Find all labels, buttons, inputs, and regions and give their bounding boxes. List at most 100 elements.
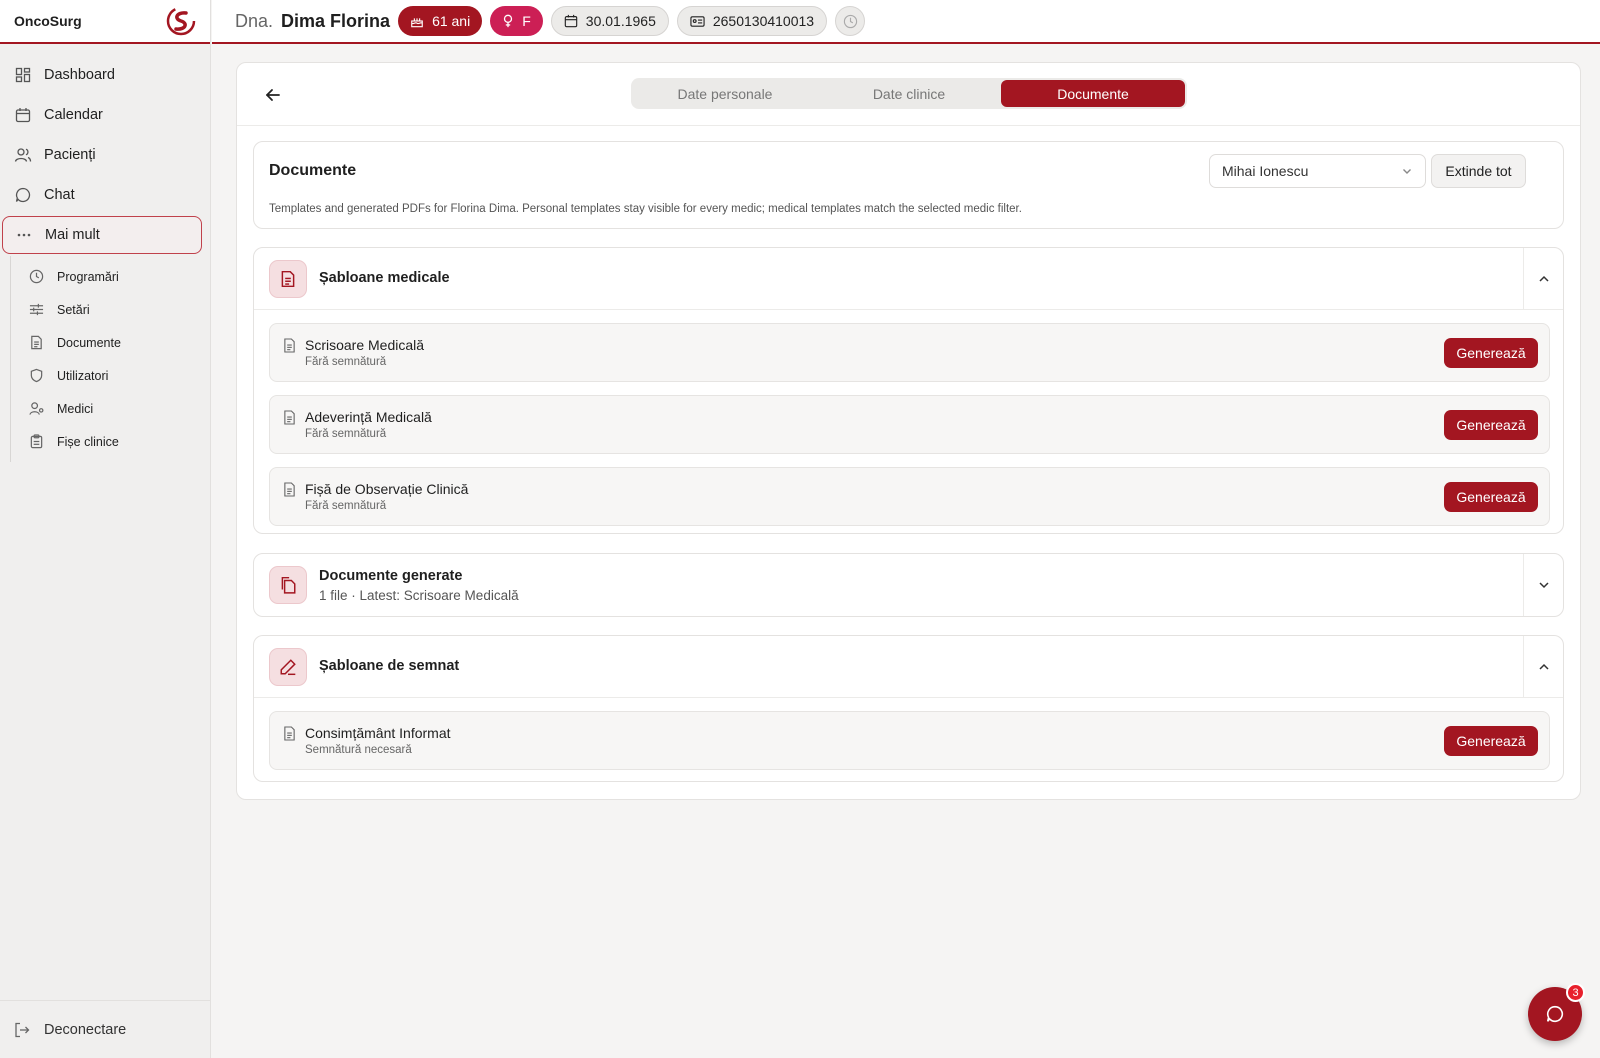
collapse-toggle[interactable] — [1523, 636, 1563, 698]
shield-icon — [29, 368, 45, 384]
sidebar-item-label: Pacienți — [44, 147, 96, 163]
patient-name: Dima Florina — [281, 10, 391, 31]
expand-all-button[interactable]: Extinde tot — [1431, 154, 1526, 188]
generate-button[interactable]: Generează — [1444, 726, 1538, 756]
sidebar-item-fise-clinice[interactable]: Fișe clinice — [11, 425, 210, 458]
patient-title-prefix: Dna. — [235, 10, 274, 31]
sidebar-item-label: Medici — [57, 401, 94, 416]
card-header: Date personale Date clinice Documente — [237, 63, 1580, 126]
template-name: Consimțământ Informat — [305, 725, 451, 741]
template-name: Adeverință Medicală — [305, 409, 432, 425]
sidebar-item-medici[interactable]: Medici — [11, 392, 210, 425]
template-row: Scrisoare Medicală Fără semnătură Genere… — [269, 323, 1550, 382]
signing-templates-header[interactable]: Șabloane de semnat — [254, 636, 1563, 698]
chevron-down-icon — [1537, 578, 1551, 592]
medic-filter-select[interactable]: Mihai Ionescu — [1209, 154, 1426, 188]
patient-header: Dna. Dima Florina 61 ani F 30.01.1965 26… — [212, 0, 1600, 44]
file-icon — [283, 726, 296, 741]
tab-date-clinice[interactable]: Date clinice — [817, 80, 1001, 107]
signing-templates-section: Șabloane de semnat Consimțământ Informat… — [253, 635, 1564, 782]
brand-header: OncoSurg — [0, 0, 210, 44]
chevron-down-icon — [1401, 165, 1413, 177]
sidebar-item-label: Chat — [44, 187, 75, 203]
dashboard-icon — [14, 66, 32, 84]
notification-badge: 3 — [1566, 983, 1585, 1002]
main-nav: Dashboard Calendar Pacienți Chat Mai mul… — [0, 44, 210, 462]
generated-documents-section: Documente generate 1 file · Latest: Scri… — [253, 553, 1564, 617]
sidebar-item-label: Programări — [57, 269, 119, 284]
sidebar-item-label: Setări — [57, 302, 90, 317]
medic-filter-value: Mihai Ionescu — [1222, 163, 1309, 179]
cake-icon — [410, 14, 424, 28]
section-title: Șabloane medicale — [319, 270, 450, 286]
sex-value: F — [522, 13, 531, 29]
cnp-value: 2650130410013 — [712, 13, 815, 29]
sex-badge: F — [490, 6, 543, 36]
sliders-icon — [29, 302, 45, 318]
template-signature-status: Fără semnătură — [305, 356, 387, 368]
sidebar-item-dashboard[interactable]: Dashboard — [2, 56, 202, 94]
birth-date-badge: 30.01.1965 — [550, 6, 669, 36]
app-name: OncoSurg — [14, 13, 82, 29]
sidebar-item-utilizatori[interactable]: Utilizatori — [11, 359, 210, 392]
logout-label: Deconectare — [44, 1021, 127, 1038]
tab-documente[interactable]: Documente — [1001, 80, 1185, 107]
users-icon — [14, 146, 32, 164]
clipboard-icon — [29, 434, 45, 450]
sidebar: OncoSurg Dashboard Calendar Pacienți Cha… — [0, 0, 211, 1058]
birth-date-value: 30.01.1965 — [585, 13, 656, 29]
documents-description: Templates and generated PDFs for Florina… — [269, 203, 1022, 215]
id-card-icon — [690, 15, 705, 28]
medical-templates-header[interactable]: Șabloane medicale — [254, 248, 1563, 310]
file-icon — [283, 338, 296, 353]
generate-button[interactable]: Generează — [1444, 482, 1538, 512]
chevron-up-icon — [1537, 272, 1551, 286]
sidebar-item-documente[interactable]: Documente — [11, 326, 210, 359]
generate-button[interactable]: Generează — [1444, 410, 1538, 440]
template-row: Fișă de Observație Clinică Fără semnătur… — [269, 467, 1550, 526]
sidebar-item-label: Calendar — [44, 107, 103, 123]
arrow-left-icon — [264, 86, 282, 104]
documents-title: Documente — [269, 162, 357, 179]
document-icon — [269, 260, 307, 298]
history-button[interactable] — [835, 6, 866, 36]
calendar-icon — [564, 14, 578, 28]
patient-tabs: Date personale Date clinice Documente — [631, 78, 1187, 109]
logout-icon — [14, 1021, 32, 1039]
sidebar-item-calendar[interactable]: Calendar — [2, 96, 202, 134]
logout-button[interactable]: Deconectare — [0, 1000, 211, 1058]
sidebar-item-programari[interactable]: Programări — [11, 260, 210, 293]
pen-icon — [269, 648, 307, 686]
clock-icon — [29, 269, 45, 285]
age-badge: 61 ani — [398, 6, 483, 36]
documents-panel: Documente Mihai Ionescu Extinde tot Temp… — [253, 141, 1564, 229]
sidebar-item-label: Documente — [57, 335, 121, 350]
female-icon — [502, 14, 514, 28]
template-row: Adeverință Medicală Fără semnătură Gener… — [269, 395, 1550, 454]
app-logo — [166, 6, 196, 36]
calendar-icon — [14, 106, 32, 124]
age-value: 61 ani — [432, 13, 471, 29]
sidebar-item-setari[interactable]: Setări — [11, 293, 210, 326]
chat-icon — [14, 186, 32, 204]
files-icon — [269, 566, 307, 604]
sidebar-item-label: Dashboard — [44, 67, 115, 83]
template-name: Scrisoare Medicală — [305, 337, 425, 353]
document-icon — [29, 335, 45, 351]
section-title: Șabloane de semnat — [319, 658, 460, 674]
section-subtitle: 1 file · Latest: Scrisoare Medicală — [319, 588, 519, 603]
tab-date-personale[interactable]: Date personale — [633, 80, 817, 107]
more-icon — [15, 226, 33, 244]
generated-documents-header[interactable]: Documente generate 1 file · Latest: Scri… — [254, 554, 1563, 616]
generate-button[interactable]: Generează — [1444, 338, 1538, 368]
sidebar-item-pacienti[interactable]: Pacienți — [2, 136, 202, 174]
expand-toggle[interactable] — [1523, 554, 1563, 616]
back-button[interactable] — [261, 83, 285, 107]
template-signature-status: Fără semnătură — [305, 428, 387, 440]
sidebar-item-mai-mult[interactable]: Mai mult — [2, 216, 202, 254]
sidebar-item-label: Mai mult — [45, 227, 100, 243]
chevron-up-icon — [1537, 660, 1551, 674]
sidebar-item-chat[interactable]: Chat — [2, 176, 202, 214]
doctor-icon — [29, 401, 45, 417]
collapse-toggle[interactable] — [1523, 248, 1563, 310]
